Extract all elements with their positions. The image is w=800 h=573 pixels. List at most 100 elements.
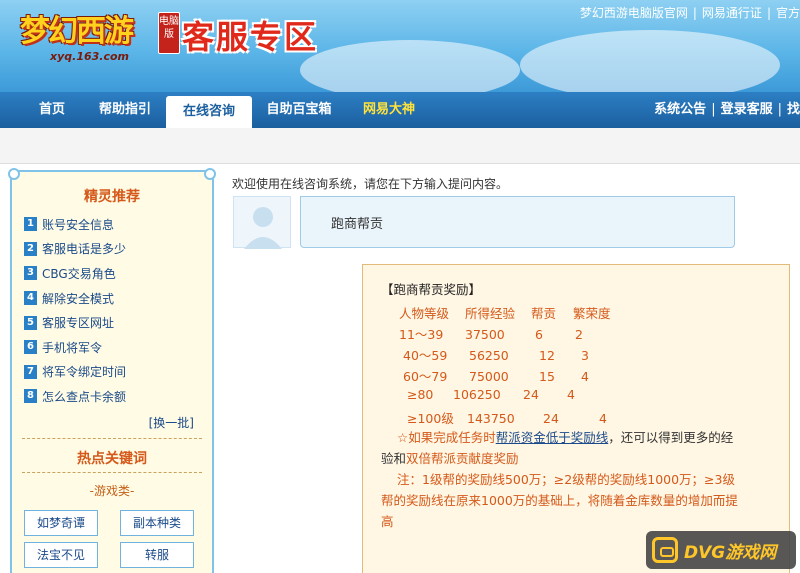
table-cell: 56250	[469, 348, 509, 363]
rank-badge: 7	[24, 364, 37, 379]
official-site-link[interactable]: 梦幻西游电脑版官网	[580, 6, 688, 20]
divider: |	[711, 102, 716, 117]
tip-link[interactable]: 帮派资金低于奖励线	[496, 430, 609, 445]
main-nav: 首页 帮助指引 在线咨询 自助百宝箱 网易大神 系统公告 | 登录客服 | 找	[0, 92, 800, 128]
tip-line: 验和双倍帮派贡献度奖励	[381, 448, 519, 469]
rank-badge: 1	[24, 217, 37, 232]
sub-strip	[0, 128, 800, 164]
table-cell: 37500	[465, 327, 505, 342]
answer-title: 【跑商帮贡奖励】	[381, 282, 482, 297]
tip-text: ，还可以得到更多的经	[608, 430, 734, 445]
table-cell: 4	[581, 369, 589, 384]
table-cell: ≥100级	[407, 411, 454, 426]
logo-url: xyq.163.com	[50, 50, 129, 63]
user-question: 跑商帮贡	[331, 217, 384, 232]
top-links: 梦幻西游电脑版官网 | 网易通行证 | 官方	[580, 4, 800, 21]
recommend-link[interactable]: 解除安全模式	[42, 290, 114, 307]
login-link[interactable]: 登录客服	[721, 102, 773, 117]
table-cell: 4	[599, 411, 607, 426]
column-header: 帮贡	[531, 306, 557, 321]
watermark: DVG游戏网	[646, 531, 796, 569]
recommend-link[interactable]: CBG交易角色	[42, 265, 116, 282]
keyword-button[interactable]: 法宝不见	[24, 542, 98, 568]
table-cell: 4	[567, 387, 575, 402]
list-item[interactable]: 4 解除安全模式	[24, 286, 204, 311]
table-row: 11～39 37500 6 2	[399, 324, 583, 343]
keyword-button[interactable]: 副本种类	[120, 510, 194, 536]
column-header: 所得经验	[465, 306, 516, 321]
table-cell: ≥80	[407, 387, 434, 402]
divider: |	[766, 6, 771, 20]
recommend-link[interactable]: 客服专区网址	[42, 314, 114, 331]
rank-badge: 6	[24, 340, 37, 355]
table-cell: 106250	[453, 387, 501, 402]
column-header: 繁荣度	[573, 306, 611, 321]
nav-home[interactable]: 首页	[22, 92, 82, 128]
divider: |	[777, 102, 782, 117]
recommend-link[interactable]: 账号安全信息	[42, 216, 114, 233]
table-cell: 24	[523, 387, 539, 402]
rank-badge: 3	[24, 266, 37, 281]
recommend-link[interactable]: 手机将军令	[42, 339, 102, 356]
tip-text: ☆如果完成任务时	[397, 430, 496, 445]
refresh-button[interactable]: [换一批]	[149, 414, 194, 431]
table-cell: 40～59	[403, 348, 448, 363]
announcement-link[interactable]: 系统公告	[654, 102, 706, 117]
game-logo[interactable]: 梦幻西游 电脑版 xyq.163.com	[8, 4, 180, 64]
official-link[interactable]: 官方	[776, 6, 800, 20]
keyword-button[interactable]: 转服	[120, 542, 194, 568]
table-row: 40～59 56250 12 3	[403, 345, 589, 364]
rank-badge: 4	[24, 291, 37, 306]
cloud-decoration	[300, 40, 520, 92]
table-cell: 24	[543, 411, 559, 426]
keyword-button[interactable]: 如梦奇谭	[24, 510, 98, 536]
nav-toolbox[interactable]: 自助百宝箱	[258, 92, 340, 128]
passport-link[interactable]: 网易通行证	[702, 6, 762, 20]
list-item[interactable]: 1 账号安全信息	[24, 212, 204, 237]
hot-keywords-title: 热点关键词	[77, 451, 147, 467]
nav-online-consult[interactable]: 在线咨询	[166, 96, 252, 128]
recommend-link[interactable]: 怎么查点卡余额	[42, 388, 126, 405]
table-cell: 15	[539, 369, 555, 384]
nav-help[interactable]: 帮助指引	[90, 92, 160, 128]
corner-ornament	[8, 168, 20, 180]
nav-dashen[interactable]: 网易大神	[352, 92, 426, 128]
list-item[interactable]: 3 CBG交易角色	[24, 261, 204, 286]
recommend-link[interactable]: 客服电话是多少	[42, 240, 126, 257]
list-item[interactable]: 6 手机将军令	[24, 335, 204, 360]
table-header: 人物等级 所得经验 帮贡 繁荣度	[399, 303, 611, 322]
note-line: 帮的奖励线在原来1000万的基础上，将随着金库数量的增加而提	[381, 493, 738, 508]
table-cell: 6	[535, 327, 543, 342]
category-label: -游戏类-	[89, 484, 135, 498]
sidebar: 精灵推荐 1 账号安全信息 2 客服电话是多少 3 CBG交易角色 4 解除安全模式 5…	[8, 168, 216, 573]
table-cell: 3	[581, 348, 589, 363]
recommend-title: 精灵推荐	[84, 189, 140, 205]
corner-ornament	[204, 168, 216, 180]
user-avatar-icon	[233, 196, 291, 249]
table-cell: 2	[575, 327, 583, 342]
divider: |	[692, 6, 697, 20]
logo-text: 梦幻西游	[20, 14, 134, 49]
list-item[interactable]: 8 怎么查点卡余额	[24, 384, 204, 409]
table-cell: 60～79	[403, 369, 448, 384]
rank-badge: 2	[24, 241, 37, 256]
column-header: 人物等级	[399, 306, 450, 321]
table-row: ≥100级 143750 24 4	[407, 408, 607, 427]
note-line: 注：1级帮的奖励线500万；≥2级帮的奖励线1000万；≥3级	[397, 472, 735, 487]
divider	[22, 438, 202, 439]
tip-text: 双倍帮派贡献度奖励	[406, 451, 519, 466]
page-title: 客服专区	[182, 18, 319, 56]
list-item[interactable]: 5 客服专区网址	[24, 310, 204, 335]
table-cell: 143750	[467, 411, 515, 426]
list-item[interactable]: 2 客服电话是多少	[24, 237, 204, 262]
table-cell: 12	[539, 348, 555, 363]
nav-right-links: 系统公告 | 登录客服 | 找	[654, 92, 800, 128]
note-line: 高	[381, 514, 394, 529]
answer-bubble: 【跑商帮贡奖励】 人物等级 所得经验 帮贡 繁荣度 11～39 37500 6 2 40～5…	[362, 264, 790, 573]
tip-line: ☆如果完成任务时帮派资金低于奖励线，还可以得到更多的经	[397, 427, 733, 448]
find-link[interactable]: 找	[787, 102, 800, 117]
list-item[interactable]: 7 将军令绑定时间	[24, 360, 204, 385]
recommend-link[interactable]: 将军令绑定时间	[42, 363, 126, 380]
table-row: ≥80 106250 24 4	[407, 387, 575, 402]
divider	[22, 472, 202, 473]
